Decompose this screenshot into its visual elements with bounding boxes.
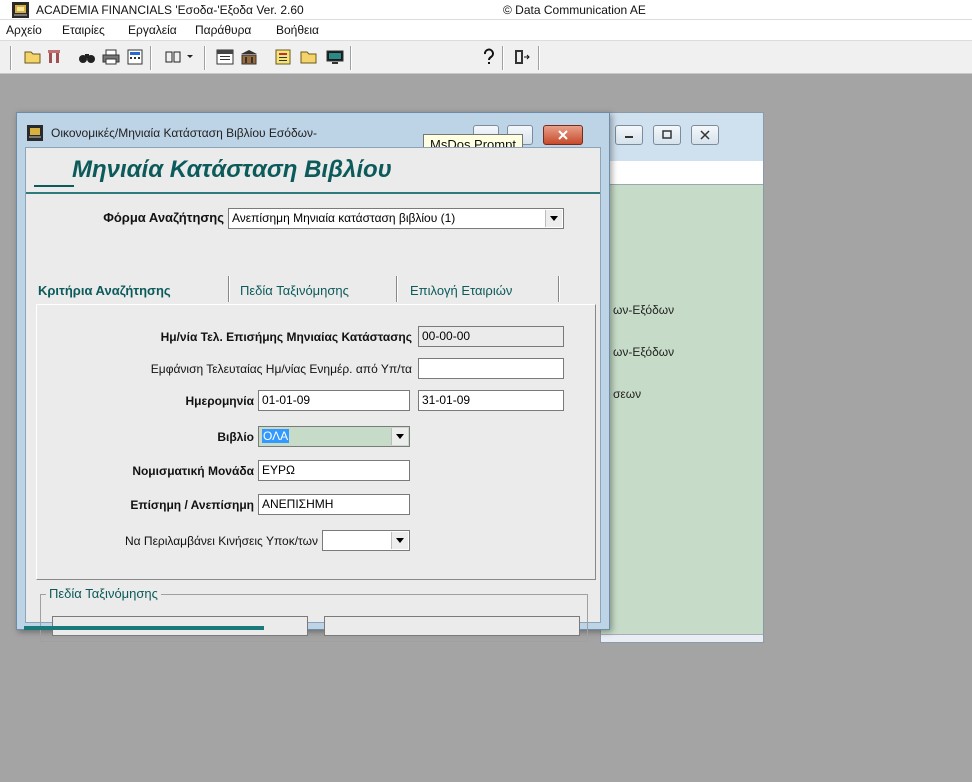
close-icon [558, 130, 568, 140]
chevron-down-icon[interactable] [391, 532, 408, 549]
tab-separator [558, 276, 560, 302]
calendar-icon[interactable] [214, 46, 236, 68]
tools-icon[interactable] [44, 46, 66, 68]
currency-label: Νομισματική Μονάδα [132, 464, 254, 478]
sort-field-2 [324, 616, 580, 636]
last-update-label: Εμφάνιση Τελευταίας Ημ/νίας Ενημέρ. από … [150, 362, 412, 376]
maximize-icon[interactable] [653, 125, 681, 145]
binoculars-icon[interactable] [76, 46, 98, 68]
chevron-down-icon[interactable] [391, 428, 408, 445]
date-from-value: 01-01-09 [262, 393, 311, 407]
search-form-value: Ανεπίσημη Μηνιαία κατάσταση βιβλίου (1) [232, 211, 456, 225]
dialog-close-button[interactable] [543, 125, 583, 145]
background-item-text[interactable]: ων-Εξόδων [613, 345, 674, 359]
title-bar: ACADEMIA FINANCIALS 'Εσοδα-'Εξοδα Ver. 2… [0, 0, 972, 20]
currency-field[interactable]: ΕΥΡΩ [258, 460, 410, 481]
tab-sort-fields[interactable]: Πεδία Ταξινόμησης [234, 278, 355, 304]
background-child-window[interactable]: ων-Εξόδων ων-Εξόδων σεων [600, 112, 764, 643]
copyright-text: © Data Communication AE [503, 3, 646, 17]
last-update-field[interactable] [418, 358, 564, 379]
official-date-label: Ημ/νία Τελ. Επισήμης Μηνιαίας Κατάστασης [160, 330, 412, 344]
date-to-field[interactable]: 31-01-09 [418, 390, 564, 411]
search-form-select[interactable]: Ανεπίσημη Μηνιαία κατάσταση βιβλίου (1) [228, 208, 564, 229]
search-form-label: Φόρμα Αναζήτησης [103, 210, 224, 225]
menu-windows[interactable]: Παράθυρα [195, 23, 251, 37]
menu-tools[interactable]: Εργαλεία [128, 23, 177, 37]
dialog-title: Οικονομικές/Μηνιαία Κατάσταση Βιβλίου Εσ… [51, 126, 318, 140]
toolbar [0, 40, 972, 74]
tab-select-companies[interactable]: Επιλογή Εταιριών [404, 278, 518, 304]
official-type-value: ΑΝΕΠΙΣΗΜΗ [262, 497, 334, 511]
date-from-field[interactable]: 01-01-09 [258, 390, 410, 411]
book-label: Βιβλίο [217, 430, 254, 444]
exit-door-icon[interactable] [510, 46, 532, 68]
menu-help[interactable]: Βοήθεια [276, 23, 319, 37]
close-icon[interactable] [691, 125, 719, 145]
date-label: Ημερομηνία [185, 394, 254, 408]
book-value: ΟΛΑ [262, 429, 290, 443]
calculator-icon[interactable] [124, 46, 146, 68]
open-folder-icon[interactable] [22, 46, 44, 68]
toolbar-separator [538, 46, 540, 70]
menu-bar: Αρχείο Εταιρίες Εργαλεία Παράθυρα Βοήθει… [0, 20, 972, 40]
folder-icon[interactable] [298, 46, 320, 68]
dialog-client-area: Μηνιαία Κατάσταση Βιβλίου Φόρμα Αναζήτησ… [25, 147, 601, 642]
page-title: Μηνιαία Κατάσταση Βιβλίου [72, 156, 392, 183]
sort-fields-group-title: Πεδία Ταξινόμησης [46, 586, 161, 601]
background-item-text[interactable]: σεων [613, 387, 641, 401]
toolbar-separator [150, 46, 152, 70]
printer-icon[interactable] [100, 46, 122, 68]
book-select[interactable]: ΟΛΑ [258, 426, 410, 447]
dialog-app-icon [27, 125, 43, 141]
tab-separator [396, 276, 398, 302]
monitor-icon[interactable] [324, 46, 346, 68]
help-icon[interactable] [478, 46, 500, 68]
toolbar-separator [350, 46, 352, 70]
window-title: ACADEMIA FINANCIALS 'Εσοδα-'Εξοδα Ver. 2… [36, 3, 304, 17]
header-rule [26, 192, 600, 194]
date-to-value: 31-01-09 [422, 393, 471, 407]
document-icon[interactable] [272, 46, 294, 68]
menu-companies[interactable]: Εταιρίες [62, 23, 105, 37]
official-type-label: Επίσημη / Ανεπίσημη [130, 498, 254, 512]
background-window-strip [601, 161, 763, 185]
background-item-text[interactable]: ων-Εξόδων [613, 303, 674, 317]
status-strip [24, 626, 264, 630]
menu-file[interactable]: Αρχείο [6, 23, 42, 37]
toolbar-separator [204, 46, 206, 70]
chevron-down-icon[interactable] [545, 210, 562, 227]
columns-icon[interactable] [162, 46, 198, 68]
toolbar-separator [502, 46, 504, 70]
include-subaccounts-select[interactable] [322, 530, 410, 551]
app-logo-icon [12, 2, 29, 18]
tab-separator [228, 276, 230, 302]
app-window: ACADEMIA FINANCIALS 'Εσοδα-'Εξοδα Ver. 2… [0, 0, 972, 782]
building-icon[interactable] [238, 46, 260, 68]
currency-value: ΕΥΡΩ [262, 463, 295, 477]
toolbar-separator [10, 46, 12, 70]
official-date-value: 00-00-00 [422, 329, 471, 343]
header-underline [34, 185, 74, 187]
official-type-field[interactable]: ΑΝΕΠΙΣΗΜΗ [258, 494, 410, 515]
report-dialog: Οικονομικές/Μηνιαία Κατάσταση Βιβλίου Εσ… [16, 112, 610, 642]
background-window-titlebar[interactable] [601, 113, 763, 161]
include-subaccounts-label: Να Περιλαμβάνει Κινήσεις Υποκ/των [124, 534, 318, 548]
background-window-bottom [601, 634, 763, 642]
minimize-icon[interactable] [615, 125, 643, 145]
official-date-field: 00-00-00 [418, 326, 564, 347]
tab-search-criteria[interactable]: Κριτήρια Αναζήτησης [32, 278, 177, 304]
